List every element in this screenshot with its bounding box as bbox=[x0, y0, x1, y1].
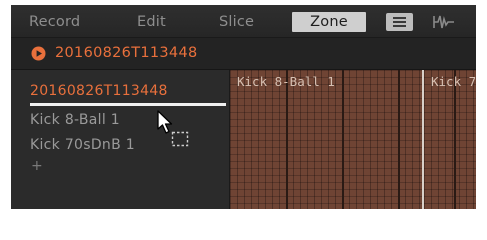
zone-list: 20160826T113448 Kick 8-Ball 1 Kick 70sDn… bbox=[11, 70, 229, 209]
list-item[interactable]: Kick 70sDnB 1 bbox=[30, 137, 135, 153]
hamburger-menu-icon[interactable] bbox=[386, 13, 413, 31]
zone-map: Kick 8-Ball 1 Kick 70 bbox=[230, 70, 476, 209]
zone-block[interactable]: Kick 70 bbox=[424, 70, 476, 209]
zone-grid-line bbox=[398, 70, 400, 209]
tab-slice[interactable]: Slice bbox=[219, 14, 254, 30]
waveform-icon[interactable] bbox=[432, 13, 456, 31]
zone-grid-line bbox=[342, 70, 344, 209]
drag-copy-icon bbox=[171, 131, 189, 147]
selection-underline bbox=[30, 103, 226, 106]
list-item[interactable]: Kick 8-Ball 1 bbox=[30, 112, 120, 128]
menu-line bbox=[393, 17, 406, 19]
zone-grid-line bbox=[286, 70, 288, 209]
tab-bar: Record Edit Slice Zone bbox=[11, 5, 476, 38]
zone-block[interactable]: Kick 8-Ball 1 bbox=[230, 70, 422, 209]
tab-record[interactable]: Record bbox=[29, 14, 80, 30]
sample-title: 20160826T113448 bbox=[55, 45, 198, 61]
sample-header: 20160826T113448 bbox=[11, 38, 476, 70]
zone-label: Kick 8-Ball 1 bbox=[237, 74, 335, 89]
menu-line bbox=[393, 25, 406, 27]
zone-grid-line bbox=[454, 70, 456, 209]
zone-label: Kick 70 bbox=[431, 74, 476, 89]
add-zone-button[interactable]: + bbox=[31, 158, 43, 174]
list-item[interactable]: 20160826T113448 bbox=[30, 83, 168, 99]
tab-zone[interactable]: Zone bbox=[292, 12, 366, 32]
play-icon[interactable] bbox=[31, 46, 46, 61]
tab-edit[interactable]: Edit bbox=[137, 14, 166, 30]
menu-line bbox=[393, 21, 406, 23]
sampler-panel: Record Edit Slice Zone 20160826T113448 2… bbox=[11, 5, 476, 209]
